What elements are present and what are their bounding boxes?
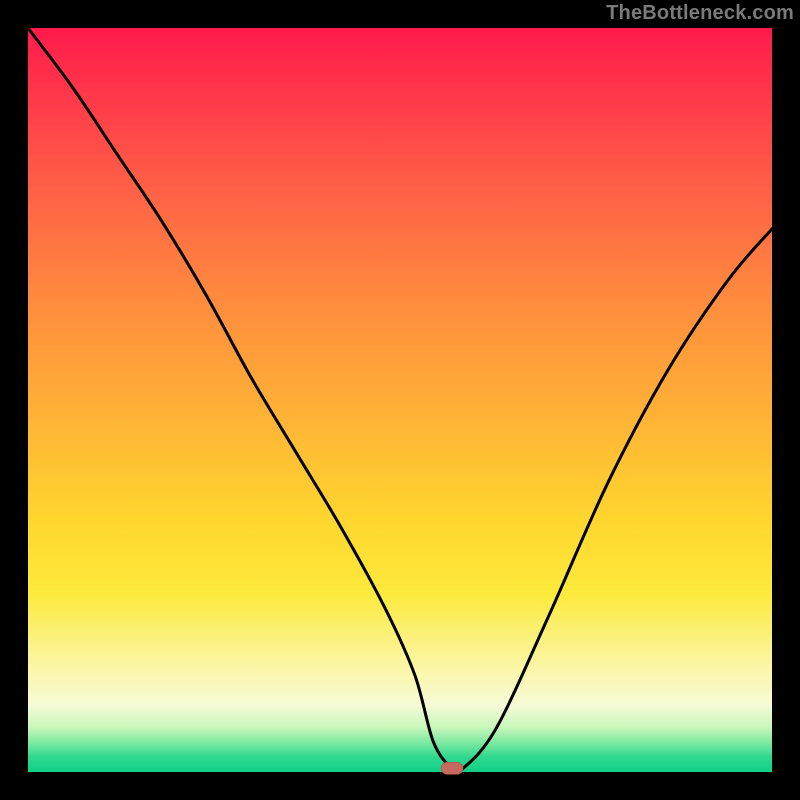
watermark-text: TheBottleneck.com xyxy=(606,2,794,25)
chart-overlay xyxy=(28,28,772,772)
chart-container: TheBottleneck.com xyxy=(0,0,800,800)
minimum-marker xyxy=(441,762,463,774)
bottleneck-curve xyxy=(28,28,772,773)
